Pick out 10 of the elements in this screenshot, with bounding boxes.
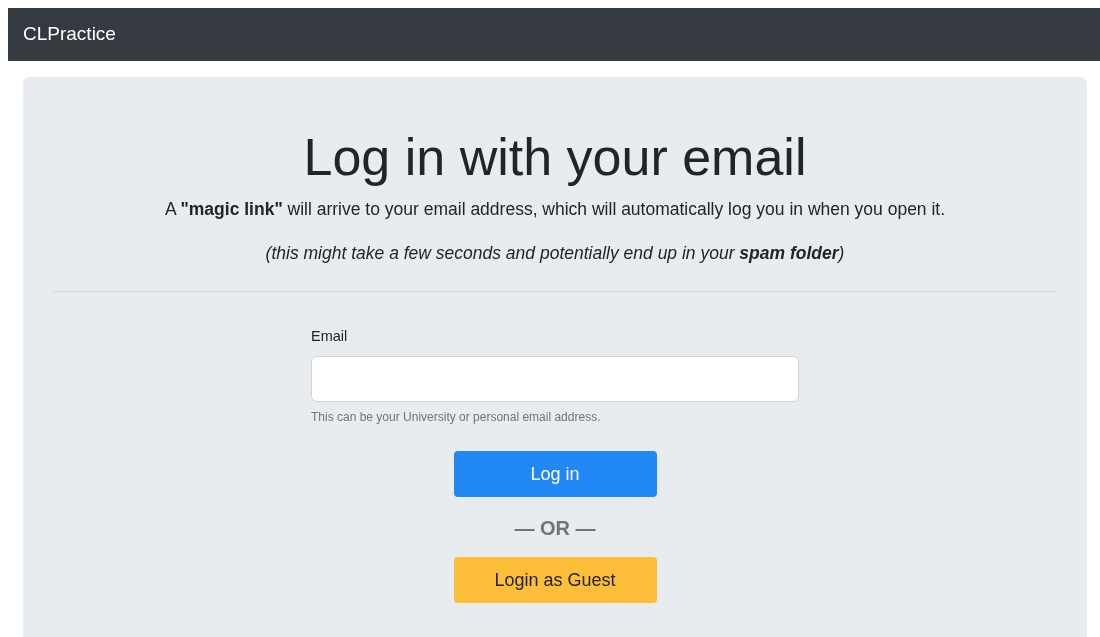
page-heading: Log in with your email [302, 127, 808, 188]
email-help-text: This can be your University or personal email address. [311, 409, 602, 427]
intro-text: A "magic link" will arrive to your email address, which will automatically log you in when you open it. [163, 198, 947, 221]
or-separator: — OR — [514, 516, 596, 542]
guest-login-button[interactable]: Login as Guest [453, 557, 657, 604]
login-button[interactable]: Log in [453, 451, 657, 498]
email-input[interactable] [311, 356, 799, 403]
spam-note: (this might take a few seconds and potentially end up in your spam folder) [264, 242, 846, 266]
brand-link[interactable]: CLPractice [23, 20, 116, 49]
email-label: Email [311, 326, 349, 346]
